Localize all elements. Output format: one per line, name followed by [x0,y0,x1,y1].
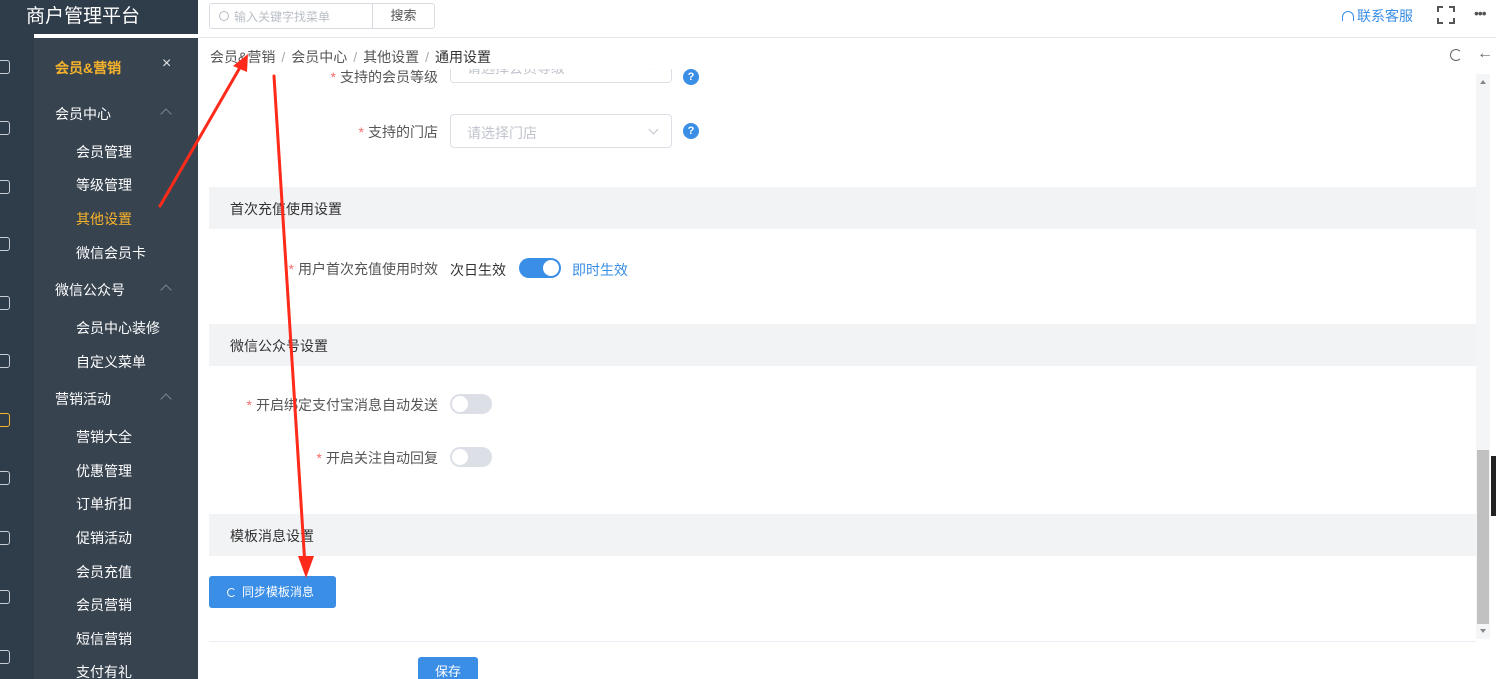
nav-item-custom-menu[interactable]: 自定义菜单 [76,352,146,372]
store-select[interactable]: 请选择门店 [450,114,672,148]
shop-icon[interactable] [0,60,10,74]
scrollbar-thumb[interactable] [1477,450,1489,624]
settings-content: *支持的会员等级 请选择会员等级 ? *支持的门店 请选择门店 ? 首次充值使用… [209,69,1476,679]
alipay-label: * 开启绑定支付宝消息自动发送 [246,397,438,413]
breadcrumb-current: 通用设置 [435,49,492,65]
member-level-select[interactable]: 请选择会员等级 [450,69,672,83]
section-title: 微信公众号设置 [230,338,328,354]
sync-template-button[interactable]: 同步模板消息 [209,576,336,608]
headset-icon [1342,11,1354,21]
fullscreen-icon[interactable] [1437,6,1455,24]
store-placeholder: 请选择门店 [467,125,537,141]
calendar-icon[interactable] [0,121,10,135]
recharge-label: * 用户首次充值使用时效 [288,261,438,277]
nav-item-marketing-all[interactable]: 营销大全 [76,427,132,447]
section-header: 微信公众号设置 [209,324,1476,366]
contact-service-link[interactable]: 联系客服 [1342,6,1413,26]
member-icon[interactable] [0,413,10,427]
print-icon[interactable] [0,650,10,664]
search-icon [219,11,229,21]
nav-item-pay-gift[interactable]: 支付有礼 [76,662,132,679]
recharge-on-text: 即时生效 [572,262,628,278]
nav-group-marketing[interactable]: 营销活动 [55,389,111,409]
window-scrollbar-edge [1491,456,1496,516]
nav-item-sms[interactable]: 短信营销 [76,629,132,649]
breadcrumb-item[interactable]: 其他设置 [363,49,419,65]
nav-section-title: 会员&营销 [55,60,122,76]
breadcrumb-item[interactable]: 会员&营销 [210,49,275,65]
app-title: 商户管理平台 [0,0,198,34]
close-icon[interactable]: × [162,55,171,73]
search-button[interactable]: 搜索 [373,3,435,29]
nav-group-wechat[interactable]: 微信公众号 [55,280,125,300]
member-level-placeholder: 请选择会员等级 [467,69,565,78]
chevron-up-icon[interactable] [160,108,172,120]
database-icon[interactable] [0,531,10,545]
menu-search [209,3,373,29]
scrollbar[interactable] [1476,74,1490,639]
nav-item-discount-manage[interactable]: 优惠管理 [76,461,132,481]
refresh-icon [227,588,236,597]
recharge-off-text: 次日生效 [450,262,506,278]
alipay-switch[interactable] [450,394,492,414]
chevron-up-icon[interactable] [160,284,172,296]
link-icon[interactable] [0,354,10,368]
top-bar: 搜索 联系客服 ••• [198,0,1496,38]
nav-item-decoration[interactable]: 会员中心装修 [76,318,160,338]
breadcrumb: 会员&营销 / 会员中心 / 其他设置 / 通用设置 [210,49,492,65]
section-header: 首次充值使用设置 [209,187,1476,229]
bag-icon[interactable] [0,180,10,194]
nav-item-promotion[interactable]: 促销活动 [76,528,132,548]
search-input[interactable] [234,8,364,25]
share-icon[interactable] [0,237,10,251]
follow-switch[interactable] [450,447,492,467]
divider [209,641,1476,642]
icon-rail [0,0,34,679]
tablet-icon[interactable] [0,296,10,310]
follow-label: * 开启关注自动回复 [316,450,438,466]
section-title: 模板消息设置 [230,528,314,544]
more-icon[interactable]: ••• [1474,5,1487,21]
scroll-down-icon[interactable] [1480,629,1486,633]
nav-group-member-center[interactable]: 会员中心 [55,104,111,124]
nav-item-other-settings[interactable]: 其他设置 [76,209,132,229]
secondary-nav: 会员&营销 × 会员中心 会员管理 等级管理 其他设置 微信会员卡 微信公众号 … [34,38,198,679]
breadcrumb-item[interactable]: 会员中心 [291,49,347,65]
nav-item-level-manage[interactable]: 等级管理 [76,175,132,195]
member-level-label: * 支持的会员等级 [330,69,438,85]
contact-label: 联系客服 [1357,8,1413,24]
refresh-icon[interactable] [1450,49,1462,61]
chevron-up-icon[interactable] [160,393,172,405]
nav-item-member-marketing[interactable]: 会员营销 [76,595,132,615]
nav-item-wechat-card[interactable]: 微信会员卡 [76,243,146,263]
sync-template-label: 同步模板消息 [242,585,315,599]
section-title: 首次充值使用设置 [230,201,342,217]
help-icon[interactable]: ? [683,123,699,139]
save-button[interactable]: 保存 [418,657,478,679]
nav-item-order-discount[interactable]: 订单折扣 [76,494,132,514]
store-label: * 支持的门店 [358,124,438,140]
help-icon[interactable]: ? [683,69,699,85]
nav-item-member-manage[interactable]: 会员管理 [76,142,132,162]
nav-item-recharge[interactable]: 会员充值 [76,562,132,582]
chevron-down-icon [648,124,659,135]
recharge-switch[interactable] [519,258,561,278]
scroll-up-icon[interactable] [1480,80,1486,84]
section-header: 模板消息设置 [209,514,1476,556]
clock-icon[interactable] [0,590,10,604]
coupon-icon[interactable] [0,471,10,485]
back-arrow-icon[interactable]: ← [1477,45,1493,63]
